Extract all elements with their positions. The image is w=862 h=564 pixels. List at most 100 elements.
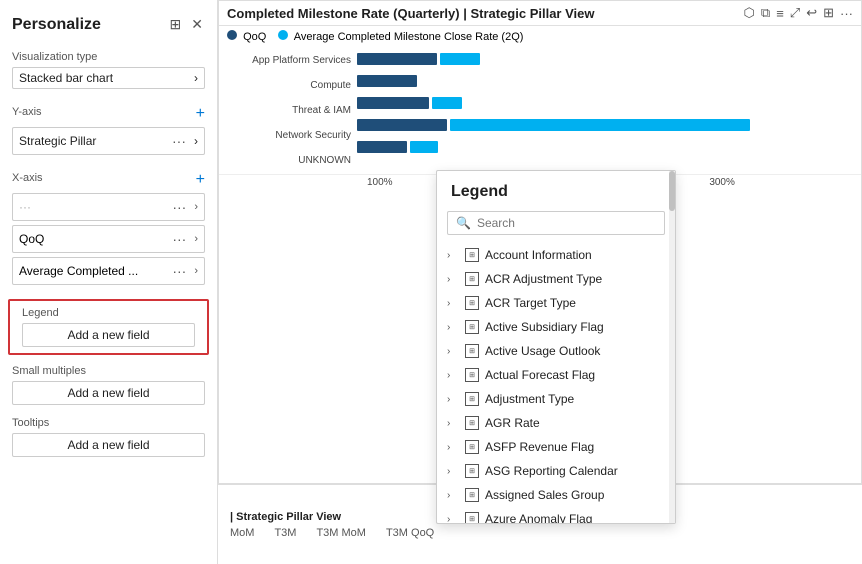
list-icon[interactable]: ≡ [776,5,784,21]
table-icon-2: ⊞ [465,272,479,286]
legend-search-box[interactable]: 🔍 [447,211,665,235]
qoq-dot [227,30,237,40]
x-axis-field-avg[interactable]: Average Completed ... ··· › [12,257,205,285]
item-label-acr-target-type: ACR Target Type [485,296,576,310]
expand-icon[interactable]: ⤢ [790,5,800,21]
bar-light-3 [432,97,462,109]
bar-light-4 [450,119,750,131]
tooltips-add-button[interactable]: Add a new field [12,433,205,457]
y-label-3: Threat & IAM [227,105,351,116]
chart-title: Completed Milestone Rate (Quarterly) | S… [227,6,595,21]
chevron-right-icon-li4: › [447,322,459,333]
table-icon-10: ⊞ [465,464,479,478]
visualization-type-dropdown[interactable]: Stacked bar chart › [12,67,205,89]
legend-label: Legend [22,307,195,319]
bar-row-3 [357,97,853,109]
list-item-adjustment-type[interactable]: › ⊞ Adjustment Type [437,387,675,411]
layout-icon[interactable]: ⊞ [168,14,184,35]
tab-mom[interactable]: MoM [230,527,254,539]
chart-toolbar-icons: ⬡ ⧉ ≡ ⤢ ↩ ⊞ ··· [744,5,853,21]
bottom-title-text: | Strategic Pillar View [230,511,341,523]
tab-t3m-qoq[interactable]: T3M QoQ [386,527,434,539]
bar-row-5 [357,141,853,153]
bar-row-4 [357,119,853,131]
legend-add-field-button[interactable]: Add a new field [22,323,195,347]
close-icon[interactable]: ✕ [189,14,205,35]
bar-dark-4 [357,119,447,131]
item-label-agr-rate: AGR Rate [485,416,540,430]
undo-icon[interactable]: ↩ [806,5,817,21]
small-multiples-add-button[interactable]: Add a new field [12,381,205,405]
scrollbar-thumb[interactable] [669,171,675,211]
right-area: Completed Milestone Rate (Quarterly) | S… [218,0,862,564]
tab-t3m[interactable]: T3M [274,527,296,539]
x-axis-field-1-more[interactable]: ··· [168,197,190,217]
y-axis-add-button[interactable]: + [196,105,205,123]
avg-dot [278,30,288,40]
y-axis-header: Y-axis + [12,105,205,123]
x-axis-label: X-axis [12,172,43,184]
y-axis-label: Y-axis [12,106,42,118]
search-icon: 🔍 [456,216,471,230]
chevron-right-icon-li1: › [447,250,459,261]
y-axis-value: Strategic Pillar [19,134,96,148]
chevron-right-icon-li5: › [447,346,459,357]
list-item-acr-adjustment-type[interactable]: › ⊞ ACR Adjustment Type [437,267,675,291]
list-item-acr-target-type[interactable]: › ⊞ ACR Target Type [437,291,675,315]
y-label-5: UNKNOWN [227,155,351,166]
chevron-right-icon-li12: › [447,514,459,524]
copy-icon[interactable]: ⧉ [761,5,770,21]
x-axis-section: X-axis + ··· ··· › QoQ ··· › Average Com… [0,165,217,295]
bar-row-2 [357,75,853,87]
avg-label: Average Completed Milestone Close Rate (… [294,31,524,43]
chevron-right-icon-li2: › [447,274,459,285]
list-item-asfp-revenue-flag[interactable]: › ⊞ ASFP Revenue Flag [437,435,675,459]
chevron-right-icon-5: › [194,265,198,277]
x-axis-header: X-axis + [12,171,205,189]
share-icon[interactable]: ⬡ [744,5,755,21]
bottom-tabs: MoM T3M T3M MoM T3M QoQ [230,527,850,539]
x-axis-qoq-more[interactable]: ··· [168,229,190,249]
item-label-adjustment-type: Adjustment Type [485,392,574,406]
visualization-type-label: Visualization type [12,51,205,63]
legend-search-input[interactable] [477,216,656,230]
list-item-azure-anomaly-flag[interactable]: › ⊞ Azure Anomaly Flag [437,507,675,523]
tooltips-section: Tooltips Add a new field [0,411,217,463]
list-item-assigned-sales-group[interactable]: › ⊞ Assigned Sales Group [437,483,675,507]
table-icon-3: ⊞ [465,296,479,310]
list-item-active-subsidiary-flag[interactable]: › ⊞ Active Subsidiary Flag [437,315,675,339]
table-icon-8: ⊞ [465,416,479,430]
y-axis-more-icon[interactable]: ··· [168,131,190,151]
list-item-agr-rate[interactable]: › ⊞ AGR Rate [437,411,675,435]
list-item-active-usage-outlook[interactable]: › ⊞ Active Usage Outlook [437,339,675,363]
visualization-type-value: Stacked bar chart [19,71,113,85]
table-icon-9: ⊞ [465,440,479,454]
legend-item-qoq: QoQ [227,30,266,43]
item-label-actual-forecast-flag: Actual Forecast Flag [485,368,595,382]
y-axis-dropdown[interactable]: Strategic Pillar ··· › [12,127,205,155]
tab-t3m-mom[interactable]: T3M MoM [316,527,366,539]
panel-title: Personalize [12,16,101,34]
chevron-right-icon-li11: › [447,490,459,501]
x-label-100: 100% [367,177,393,188]
more-icon[interactable]: ··· [840,5,853,21]
x-axis-avg-value: Average Completed ... [19,264,138,278]
bars-area [357,53,853,166]
list-item-account-information[interactable]: › ⊞ Account Information [437,243,675,267]
item-label-acr-adjustment-type: ACR Adjustment Type [485,272,602,286]
list-item-asg-reporting-calendar[interactable]: › ⊞ ASG Reporting Calendar [437,459,675,483]
chevron-right-icon-4: › [194,233,198,245]
list-item-actual-forecast-flag[interactable]: › ⊞ Actual Forecast Flag [437,363,675,387]
item-label-assigned-sales-group: Assigned Sales Group [485,488,604,502]
x-axis-avg-more[interactable]: ··· [168,261,190,281]
x-axis-field-1-placeholder: ··· [19,200,31,214]
x-axis-add-button[interactable]: + [196,171,205,189]
x-axis-field-qoq[interactable]: QoQ ··· › [12,225,205,253]
table-icon-7: ⊞ [465,392,479,406]
small-multiples-section: Small multiples Add a new field [0,359,217,411]
item-label-active-usage-outlook: Active Usage Outlook [485,344,600,358]
x-axis-field-1[interactable]: ··· ··· › [12,193,205,221]
legend-item-avg: Average Completed Milestone Close Rate (… [278,30,523,43]
chevron-right-icon: › [194,71,198,85]
grid-icon[interactable]: ⊞ [823,5,834,21]
